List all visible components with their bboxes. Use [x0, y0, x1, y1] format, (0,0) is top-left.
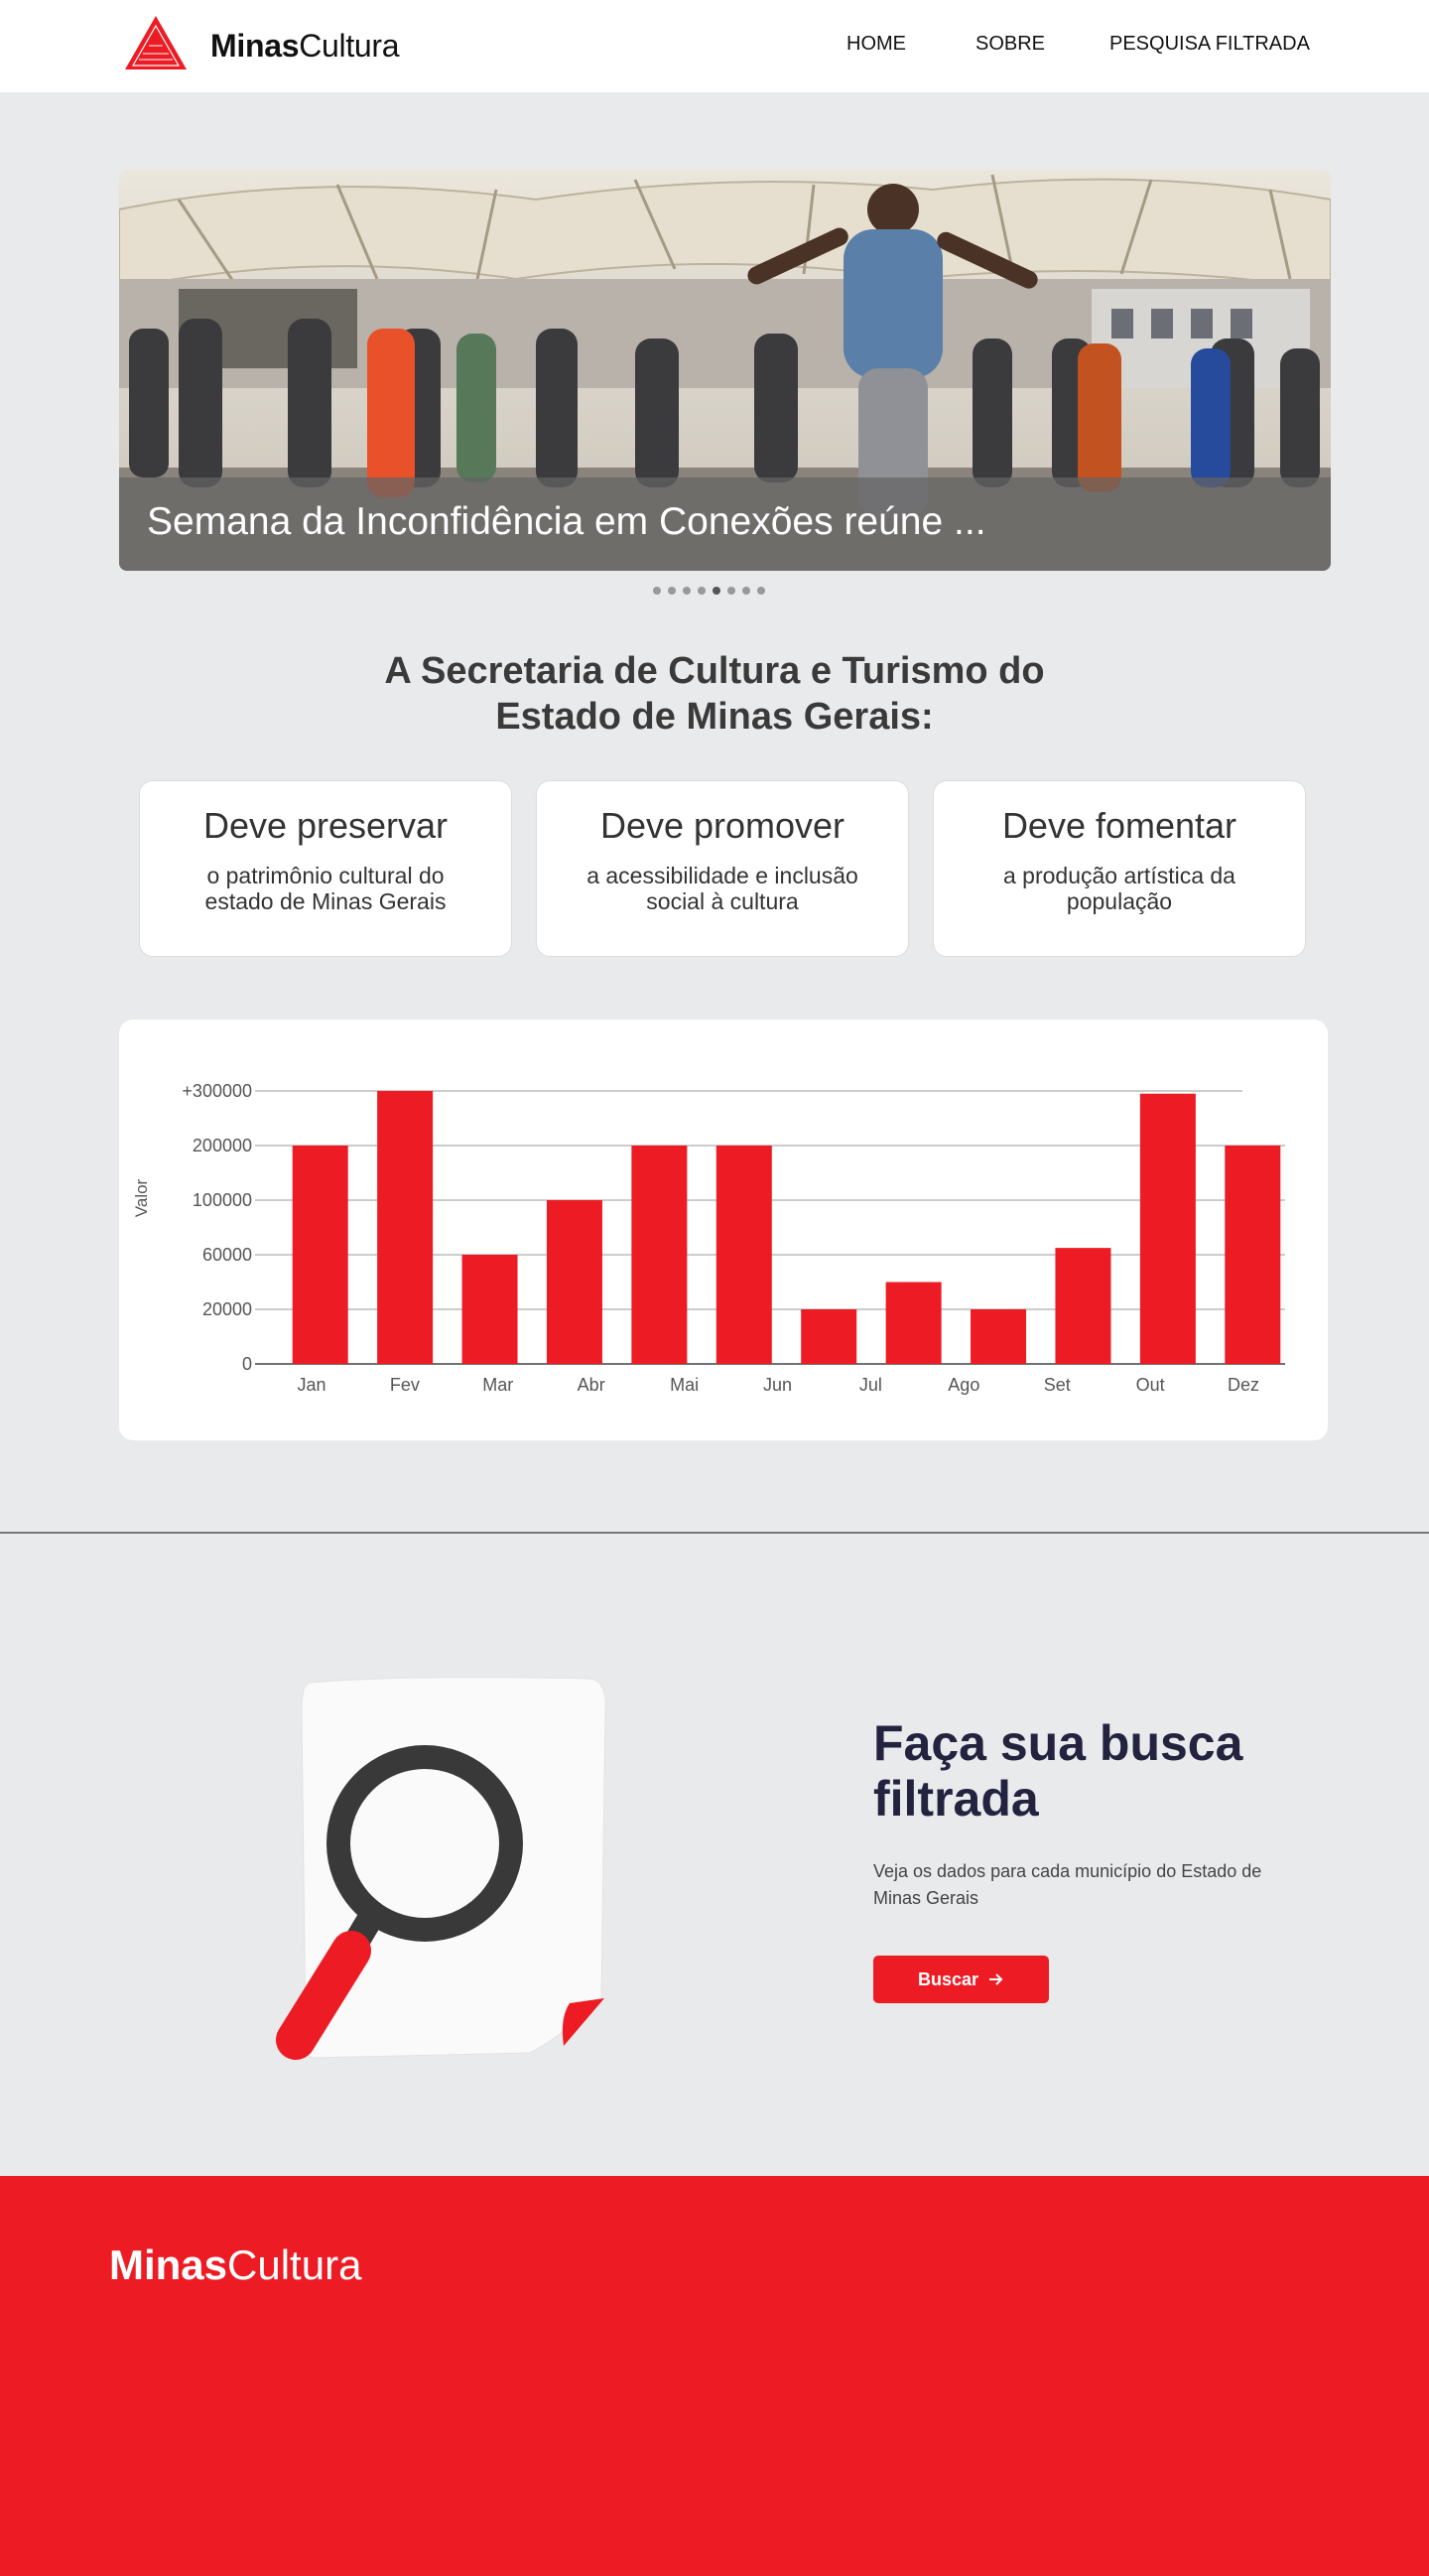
x-tick-label: Dez [1228, 1375, 1259, 1395]
mission-title-line-1: A Secretaria de Cultura e Turismo do [384, 650, 1045, 692]
x-tick-label: Mar [482, 1375, 513, 1395]
carousel-dot[interactable] [683, 587, 691, 595]
nav-sobre[interactable]: SOBRE [975, 33, 1045, 56]
chart-bar[interactable] [801, 1309, 857, 1364]
card-title: Deve promover [599, 805, 845, 846]
bar-chart: 0 20000 60000 100000 200000 +300000 Valor Jan Fe… [132, 1081, 1285, 1395]
chart-bar[interactable] [1139, 1093, 1196, 1364]
mission-title: A Secretaria de Cultura e Turismo do Est… [318, 648, 1111, 741]
slide-caption[interactable]: Semana da Inconfidência em Conexões reún… [147, 500, 986, 544]
carousel-dot[interactable] [653, 587, 661, 595]
chart-bar[interactable] [631, 1146, 688, 1364]
x-tick-label: Jun [763, 1375, 792, 1395]
chart-bar[interactable] [971, 1309, 1027, 1364]
magnifier-document-illustration [276, 1677, 606, 2060]
chart-bar[interactable] [1225, 1146, 1281, 1364]
card-title: Deve preservar [202, 805, 449, 846]
arrow-right-icon [989, 1973, 1003, 1985]
y-tick-label: 60000 [202, 1245, 252, 1265]
chart-bar[interactable] [461, 1255, 518, 1364]
carousel-dot[interactable] [757, 587, 765, 595]
chart-bar[interactable] [546, 1200, 602, 1364]
carousel-dot[interactable] [727, 587, 735, 595]
y-tick-label: 0 [242, 1354, 252, 1374]
y-axis-label: Valor [132, 1178, 151, 1217]
y-tick-label: 20000 [202, 1299, 252, 1319]
hero-carousel[interactable]: Semana da Inconfidência em Conexões reún… [119, 170, 1331, 571]
chart-bar[interactable] [377, 1091, 434, 1364]
search-button[interactable]: Buscar [873, 1956, 1049, 2003]
mission-title-line-2: Estado de Minas Gerais: [495, 696, 934, 739]
card-title: Deve fomentar [1001, 805, 1237, 846]
chart-bar[interactable] [885, 1282, 942, 1365]
x-tick-label: Fev [390, 1375, 420, 1395]
x-tick-label: Mai [670, 1375, 699, 1395]
section-divider [0, 1532, 1429, 1534]
y-tick-label: 100000 [193, 1190, 252, 1210]
nav-home[interactable]: HOME [846, 33, 906, 56]
search-title: Faça sua busca filtrada [873, 1715, 1243, 1827]
mission-card-fomentar: Deve fomentar a produção artística da po… [933, 780, 1306, 957]
card-text: a produção artística da população [1003, 863, 1235, 915]
y-tick-label: 200000 [193, 1136, 252, 1155]
chart-bar[interactable] [715, 1146, 772, 1364]
mission-card-promover: Deve promover a acessibilidade e inclusã… [536, 780, 909, 957]
card-text: o patrimônio cultural do estado de Minas… [204, 863, 447, 915]
x-tick-label: Jan [297, 1375, 325, 1395]
y-tick-label: +300000 [182, 1081, 252, 1101]
search-description: Veja os dados para cada município do Est… [873, 1861, 1262, 1908]
site-footer: MinasCultura [0, 2176, 1429, 2576]
x-tick-label: Set [1044, 1375, 1071, 1395]
x-tick-label: Out [1136, 1375, 1165, 1395]
chart-bar[interactable] [292, 1146, 348, 1364]
x-tick-label: Jul [859, 1375, 882, 1395]
carousel-dot[interactable] [668, 587, 676, 595]
carousel-dot[interactable] [742, 587, 750, 595]
x-tick-label: Abr [578, 1375, 605, 1395]
site-header: MinasCultura HOME SOBRE PESQUISA FILTRAD… [0, 0, 1429, 92]
mission-card-preservar: Deve preservar o patrimônio cultural do … [139, 780, 512, 957]
nav-pesquisa-filtrada[interactable]: PESQUISA FILTRADA [1109, 33, 1310, 56]
card-text: a acessibilidade e inclusão social à cul… [586, 863, 858, 915]
logo-triangle-icon[interactable] [123, 14, 189, 71]
search-button-label: Buscar [917, 1968, 979, 1989]
footer-logo[interactable]: MinasCultura [109, 2241, 361, 2289]
carousel-dots [653, 587, 765, 597]
chart-bar[interactable] [1055, 1248, 1111, 1364]
chart-card: 0 20000 60000 100000 200000 +300000 Valor Jan Fe… [119, 1019, 1328, 1440]
carousel-dot-active[interactable] [713, 587, 720, 595]
x-tick-label: Ago [948, 1375, 979, 1395]
logo-wordmark[interactable]: MinasCultura [210, 28, 400, 65]
carousel-dot[interactable] [698, 587, 706, 595]
